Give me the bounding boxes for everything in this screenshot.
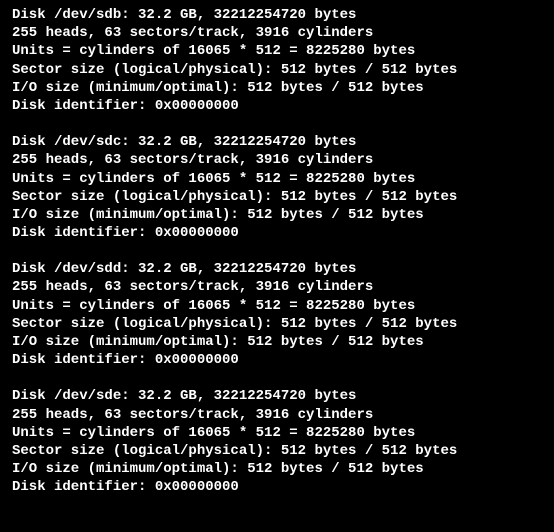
- disk-info-block: Disk /dev/sde: 32.2 GB, 32212254720 byte…: [12, 387, 542, 496]
- disk-info-block: Disk /dev/sdc: 32.2 GB, 32212254720 byte…: [12, 133, 542, 242]
- disk-identifier: Disk identifier: 0x00000000: [12, 351, 542, 369]
- terminal-output: Disk /dev/sdb: 32.2 GB, 32212254720 byte…: [12, 6, 542, 497]
- disk-identifier: Disk identifier: 0x00000000: [12, 478, 542, 496]
- disk-geometry: 255 heads, 63 sectors/track, 3916 cylind…: [12, 278, 542, 296]
- disk-io-size: I/O size (minimum/optimal): 512 bytes / …: [12, 206, 542, 224]
- disk-header: Disk /dev/sde: 32.2 GB, 32212254720 byte…: [12, 387, 542, 405]
- disk-geometry: 255 heads, 63 sectors/track, 3916 cylind…: [12, 406, 542, 424]
- disk-units: Units = cylinders of 16065 * 512 = 82252…: [12, 170, 542, 188]
- disk-geometry: 255 heads, 63 sectors/track, 3916 cylind…: [12, 151, 542, 169]
- disk-io-size: I/O size (minimum/optimal): 512 bytes / …: [12, 79, 542, 97]
- disk-geometry: 255 heads, 63 sectors/track, 3916 cylind…: [12, 24, 542, 42]
- disk-sector-size: Sector size (logical/physical): 512 byte…: [12, 442, 542, 460]
- disk-identifier: Disk identifier: 0x00000000: [12, 224, 542, 242]
- disk-identifier: Disk identifier: 0x00000000: [12, 97, 542, 115]
- disk-units: Units = cylinders of 16065 * 512 = 82252…: [12, 297, 542, 315]
- disk-sector-size: Sector size (logical/physical): 512 byte…: [12, 61, 542, 79]
- disk-header: Disk /dev/sdd: 32.2 GB, 32212254720 byte…: [12, 260, 542, 278]
- disk-info-block: Disk /dev/sdd: 32.2 GB, 32212254720 byte…: [12, 260, 542, 369]
- disk-units: Units = cylinders of 16065 * 512 = 82252…: [12, 424, 542, 442]
- disk-info-block: Disk /dev/sdb: 32.2 GB, 32212254720 byte…: [12, 6, 542, 115]
- disk-sector-size: Sector size (logical/physical): 512 byte…: [12, 188, 542, 206]
- disk-io-size: I/O size (minimum/optimal): 512 bytes / …: [12, 460, 542, 478]
- disk-header: Disk /dev/sdb: 32.2 GB, 32212254720 byte…: [12, 6, 542, 24]
- disk-sector-size: Sector size (logical/physical): 512 byte…: [12, 315, 542, 333]
- disk-header: Disk /dev/sdc: 32.2 GB, 32212254720 byte…: [12, 133, 542, 151]
- disk-units: Units = cylinders of 16065 * 512 = 82252…: [12, 42, 542, 60]
- disk-io-size: I/O size (minimum/optimal): 512 bytes / …: [12, 333, 542, 351]
